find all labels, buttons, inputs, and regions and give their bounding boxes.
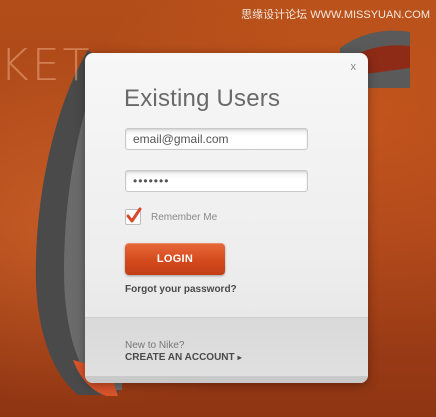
remember-me-checkbox[interactable] — [125, 207, 142, 225]
chevron-right-icon: ▸ — [237, 353, 242, 362]
new-to-nike-text: New to Nike? — [125, 340, 185, 351]
modal-title: Existing Users — [124, 85, 281, 112]
login-button[interactable]: LOGIN — [125, 243, 225, 275]
create-account-link[interactable]: CREATE AN ACCOUNT ▸ — [125, 352, 242, 363]
checkmark-icon — [126, 207, 142, 223]
remember-me-label: Remember Me — [151, 212, 218, 223]
password-field[interactable] — [125, 170, 308, 192]
forgot-password-link[interactable]: Forgot your password? — [125, 284, 237, 295]
close-button[interactable]: x — [351, 61, 357, 73]
watermark: 思缘设计论坛 WWW.MISSYUAN.COM — [241, 9, 430, 21]
footer-strip — [85, 376, 368, 383]
login-modal: x Existing Users Remember Me LOGIN Forgo… — [85, 53, 368, 383]
modal-footer: New to Nike? CREATE AN ACCOUNT ▸ — [85, 317, 368, 383]
email-field[interactable] — [125, 128, 308, 150]
brand-text-fragment: KET — [0, 40, 93, 91]
create-account-label: CREATE AN ACCOUNT — [125, 352, 235, 363]
